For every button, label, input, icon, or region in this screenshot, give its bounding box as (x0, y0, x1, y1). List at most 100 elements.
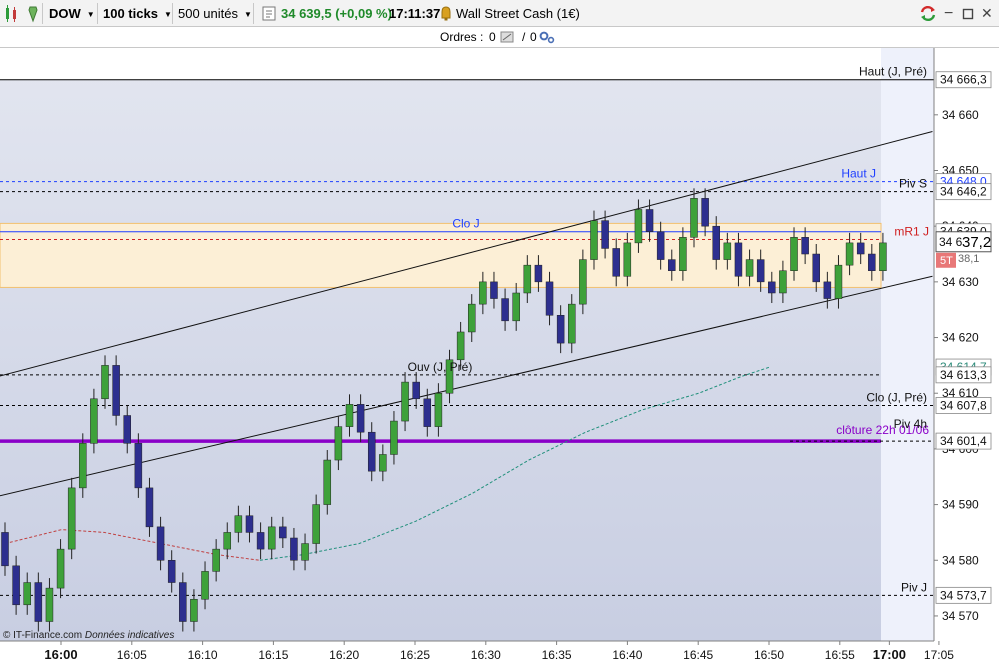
bell-icon[interactable] (439, 0, 453, 27)
candle-up (390, 420, 398, 455)
candle-up (845, 242, 854, 266)
level-label: Clo J (452, 217, 479, 231)
level-label: Piv S (899, 177, 927, 191)
candle-down (501, 298, 509, 322)
candle-down (1, 532, 9, 567)
instrument-label: DOW (49, 6, 81, 21)
price-label: 34 646,2 (940, 185, 987, 199)
candle-up (590, 220, 598, 260)
candle-down (179, 582, 187, 622)
candle-up (56, 548, 65, 589)
ticks-select[interactable]: 100 ticks ▼ (103, 0, 172, 27)
orders-buy-icon[interactable] (500, 30, 514, 47)
close-icon[interactable]: ✕ (981, 0, 993, 27)
chevron-down-icon: ▼ (244, 10, 252, 20)
candle-up (79, 443, 87, 489)
x-tick-label: 16:50 (754, 648, 784, 662)
candle-up (467, 303, 476, 333)
refresh-icon[interactable] (918, 0, 938, 27)
right-margin-area (881, 48, 934, 641)
ticks-label: 100 ticks (103, 6, 158, 21)
candle-down (612, 248, 620, 277)
info-icon[interactable] (262, 0, 276, 27)
candle-up (301, 543, 309, 561)
candle-up (201, 571, 209, 600)
candle-up (101, 365, 109, 400)
toolbar-divider (172, 3, 173, 24)
toolbar-divider (253, 3, 254, 24)
orders-buy-count: 0 (489, 30, 496, 44)
candle-down (556, 315, 565, 344)
candle-up (790, 237, 798, 271)
clock-time: 17:11:37 (389, 6, 441, 21)
plot-top-area (0, 48, 881, 80)
settings-icon[interactable] (539, 30, 555, 47)
x-tick-label: 16:20 (329, 648, 359, 662)
pin-icon[interactable] (26, 0, 40, 27)
candle-down (123, 415, 131, 444)
candle-up (679, 237, 687, 271)
y-tick-label: 34 580 (942, 553, 979, 567)
x-tick-label: 16:30 (471, 648, 501, 662)
candle-down (645, 209, 654, 232)
units-select[interactable]: 500 unités ▼ (178, 0, 252, 27)
maximize-icon[interactable] (962, 0, 974, 27)
candle-down (856, 242, 865, 255)
candle-down (423, 398, 432, 427)
candle-up (379, 454, 387, 472)
candle-up (779, 270, 787, 294)
units-label: 500 unités (178, 6, 238, 21)
price-label: 34 601,4 (940, 434, 987, 448)
candle-down (156, 526, 165, 561)
timeframe-badge-label: 5T (940, 255, 953, 267)
market-name: Wall Street Cash (1€) (456, 6, 580, 21)
level-label: Ouv (J, Pré) (408, 360, 473, 374)
price-change: 34 639,5 (+0,09 %) (281, 6, 392, 21)
candle-up (67, 487, 76, 550)
level-label: mR1 J (894, 225, 929, 239)
orders-sell-count: 0 (530, 30, 537, 44)
x-tick-label: 17:05 (924, 648, 954, 662)
candle-up (623, 242, 632, 277)
level-label: Piv J (901, 580, 927, 594)
chart-icon[interactable] (4, 0, 20, 27)
minimize-icon[interactable]: − (944, 0, 953, 27)
toolbar: DOW ▼ 100 ticks ▼ 500 unités ▼ 34 639,5 (+0… (0, 0, 999, 27)
candle-up (212, 548, 220, 572)
candle-down (167, 560, 176, 583)
candle-down (812, 253, 820, 283)
candle-down (12, 565, 20, 606)
y-tick-label: 34 620 (942, 331, 979, 345)
level-label: Clo (J, Pré) (866, 390, 927, 404)
candle-up (634, 209, 643, 244)
x-tick-label: 17:00 (873, 647, 906, 662)
candle-up (323, 459, 332, 505)
level-label: Piv 4h (894, 417, 927, 431)
candle-up (723, 242, 732, 260)
x-tick-label: 16:10 (188, 648, 218, 662)
candle-down (290, 537, 298, 561)
candle-up (456, 331, 465, 361)
x-tick-label: 16:45 (683, 648, 713, 662)
instrument-select[interactable]: DOW ▼ (49, 0, 95, 27)
candle-down (367, 431, 376, 472)
candle-up (312, 504, 320, 544)
x-tick-label: 16:25 (400, 648, 430, 662)
x-tick-label: 16:40 (612, 648, 642, 662)
candle-up (190, 598, 198, 622)
candle-down (668, 259, 676, 271)
candle-down (656, 231, 665, 260)
candle-up (267, 526, 276, 550)
x-tick-label: 16:00 (44, 647, 77, 662)
y-tick-label: 34 590 (942, 498, 979, 512)
plot-background (0, 48, 881, 641)
level-label: Haut J (841, 167, 876, 181)
price-zone (0, 222, 882, 288)
candle-up (879, 242, 887, 271)
price-chart[interactable]: Haut (J, Pré) Haut J Piv S Clo J mR1 J Ouv (J… (0, 48, 999, 663)
chevron-down-icon: ▼ (86, 10, 95, 20)
candle-down (868, 253, 876, 271)
candle-down (34, 582, 43, 622)
x-tick-label: 16:55 (825, 648, 855, 662)
candle-down (545, 281, 554, 316)
